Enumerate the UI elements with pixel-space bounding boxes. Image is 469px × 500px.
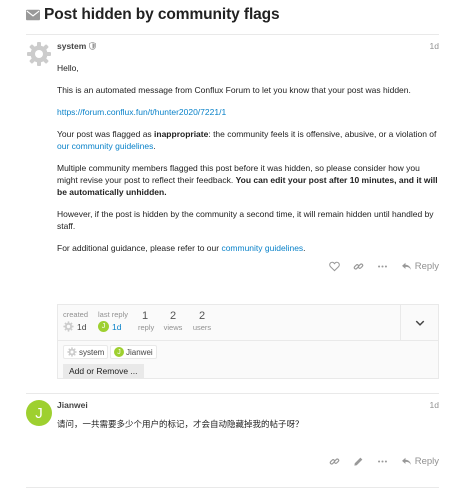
gear-icon: [67, 347, 77, 357]
reply-icon: [401, 457, 411, 465]
replies-stat: 1 reply: [138, 310, 155, 332]
created-value: 1d: [77, 321, 87, 332]
shield-icon: [89, 42, 97, 50]
post-date[interactable]: 1d: [430, 400, 439, 410]
more-icon[interactable]: [377, 456, 388, 467]
reply-icon: [401, 262, 411, 270]
avatar-jianwei[interactable]: J: [26, 400, 52, 426]
post-content: Hello, This is an automated message from…: [57, 62, 439, 254]
flag-reason-text: Your post was flagged as inappropriate: …: [57, 129, 437, 151]
pencil-icon[interactable]: [353, 456, 364, 467]
post-username[interactable]: system: [57, 41, 86, 51]
more-icon[interactable]: [377, 261, 388, 272]
post-actions: Reply: [328, 261, 439, 272]
intro-text: This is an automated message from Conflu…: [57, 85, 411, 95]
users-label: users: [192, 323, 212, 332]
post-username[interactable]: Jianwei: [57, 400, 88, 410]
guidelines-link[interactable]: our community guidelines: [57, 141, 153, 151]
users-stat: 2 users: [192, 310, 212, 332]
post-divider: [26, 393, 439, 394]
topic-map: created 1d last reply J 1d 1 reply 2 vie…: [57, 304, 439, 379]
guidance-text: For additional guidance, please refer to…: [57, 243, 306, 253]
last-reply-value: 1d: [112, 321, 122, 332]
avatar-system[interactable]: [26, 41, 52, 67]
second-time-text: However, if the post is hidden by the co…: [57, 209, 434, 231]
participant-name: Jianwei: [126, 347, 153, 357]
participant-name: system: [79, 347, 105, 357]
bottom-divider: [26, 487, 439, 488]
views-count: 2: [169, 310, 177, 322]
post-date[interactable]: 1d: [430, 41, 439, 51]
expand-topic-map-button[interactable]: [400, 305, 438, 340]
envelope-icon: [26, 9, 40, 21]
views-label: views: [163, 323, 183, 332]
reply-button[interactable]: Reply: [401, 456, 439, 467]
created-label: created: [63, 310, 89, 319]
replies-label: reply: [138, 323, 155, 332]
gear-icon: [27, 42, 51, 66]
created-info[interactable]: created 1d: [63, 310, 88, 332]
replies-count: 1: [141, 310, 149, 322]
heart-icon[interactable]: [328, 261, 340, 272]
page-title: Post hidden by community flags: [44, 6, 280, 23]
gear-icon: [63, 321, 74, 332]
topic-title: Post hidden by community flags: [26, 6, 280, 24]
reply-label: Reply: [414, 261, 439, 272]
avatar: J: [98, 321, 109, 332]
reply-button[interactable]: Reply: [401, 261, 439, 272]
greeting-text: Hello,: [57, 63, 79, 73]
reply-label: Reply: [414, 456, 439, 467]
chevron-down-icon: [415, 320, 424, 326]
community-guidelines-link[interactable]: community guidelines: [221, 243, 303, 253]
participant-system[interactable]: system: [63, 345, 109, 359]
avatar: J: [114, 347, 124, 357]
post-content: 请问，一共需要多少个用户的标记，才会自动隐藏掉我的帖子呀？: [57, 419, 439, 431]
link-icon[interactable]: [353, 261, 364, 272]
last-reply-info[interactable]: last reply J 1d: [98, 310, 128, 332]
link-icon[interactable]: [329, 456, 340, 467]
multiple-flags-text: Multiple community members flagged this …: [57, 163, 438, 197]
hidden-post-link[interactable]: https://forum.conflux.fun/t/hunter2020/7…: [57, 107, 226, 117]
add-remove-participants-button[interactable]: Add or Remove ...: [63, 364, 144, 378]
last-reply-label: last reply: [98, 310, 129, 319]
users-count: 2: [198, 310, 206, 322]
question-text: 请问，一共需要多少个用户的标记，才会自动隐藏掉我的帖子呀？: [57, 420, 304, 430]
views-stat: 2 views: [163, 310, 183, 332]
post-actions: Reply: [329, 456, 439, 467]
participant-jianwei[interactable]: J Jianwei: [110, 345, 157, 359]
title-divider: [26, 34, 439, 35]
